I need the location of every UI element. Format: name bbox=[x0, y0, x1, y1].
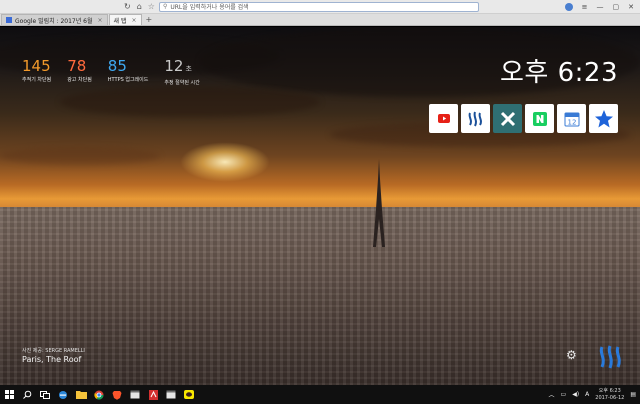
steemit-badge-icon[interactable] bbox=[596, 344, 624, 370]
tile-favorites[interactable] bbox=[589, 104, 618, 133]
address-bar[interactable]: ⚲ URL을 입력하거나 용어를 검색 bbox=[158, 1, 479, 12]
tile-naver[interactable] bbox=[525, 104, 554, 133]
photo-location: Paris, The Roof bbox=[22, 355, 82, 364]
tray-date: 2017-06-12 bbox=[595, 394, 625, 401]
pdf-icon bbox=[148, 389, 158, 400]
stat-value: 85 bbox=[107, 57, 127, 75]
stat-label: 광고 차단됨 bbox=[67, 77, 92, 83]
tab-title: Google 밀림치 : 2017년 6월 bbox=[15, 17, 93, 25]
volume-icon[interactable]: ◀) bbox=[572, 391, 579, 398]
window-app-icon bbox=[166, 390, 176, 399]
new-tab-button[interactable]: + bbox=[146, 14, 153, 25]
city-skyline bbox=[0, 207, 640, 385]
chat-icon bbox=[184, 390, 194, 399]
maximize-icon[interactable]: ▢ bbox=[613, 3, 620, 11]
youtube-icon bbox=[437, 114, 450, 123]
stats-widget: 145 추적기 차단됨 78 광고 차단됨 85 HTTPS 업그레이드 12 초… bbox=[22, 58, 200, 86]
search-icon: ⚲ bbox=[162, 3, 168, 10]
svg-text:12: 12 bbox=[567, 118, 576, 126]
eiffel-tower bbox=[373, 159, 385, 247]
taskbar-kakaotalk[interactable] bbox=[180, 385, 198, 404]
menu-icon[interactable]: ≡ bbox=[582, 3, 588, 11]
taskbar-acrobat[interactable] bbox=[144, 385, 162, 404]
brave-icon bbox=[112, 390, 122, 400]
taskbar-brave[interactable] bbox=[108, 385, 126, 404]
tile-x-app[interactable] bbox=[493, 104, 522, 133]
photo-author: 사진 제공: SERGE RAMELLI bbox=[22, 348, 85, 354]
extension-icon[interactable] bbox=[564, 2, 573, 11]
tray-chevron-icon[interactable]: ︿ bbox=[549, 390, 555, 399]
edge-icon bbox=[59, 390, 67, 399]
photo-credit: 사진 제공: SERGE RAMELLI Paris, The Roof bbox=[22, 347, 85, 364]
home-icon[interactable]: ⌂ bbox=[137, 2, 142, 11]
stat-https: 85 HTTPS 업그레이드 bbox=[108, 58, 149, 86]
toolbar-right: ≡ — ▢ ✕ bbox=[564, 2, 634, 11]
stat-value: 78 bbox=[67, 57, 87, 75]
windows-logo-icon bbox=[4, 390, 14, 399]
top-sites: 12 bbox=[429, 104, 618, 133]
task-view-icon bbox=[40, 390, 50, 399]
search-icon bbox=[22, 390, 31, 399]
stat-label: 추정 절약된 시간 bbox=[164, 80, 200, 86]
tile-calendar[interactable]: 12 bbox=[557, 104, 586, 133]
taskbar-edge[interactable] bbox=[54, 385, 72, 404]
tab-title: 새 탭 bbox=[113, 17, 127, 25]
task-view-button[interactable] bbox=[36, 385, 54, 404]
window-app-icon bbox=[130, 390, 140, 399]
browser-toolbar: ↻ ⌂ ☆ ⚲ URL을 입력하거나 용어를 검색 ≡ — ▢ ✕ bbox=[0, 0, 640, 14]
star-icon bbox=[594, 109, 613, 127]
stat-trackers: 145 추적기 차단됨 bbox=[22, 58, 51, 86]
clock: 오후 6:23 bbox=[500, 58, 618, 88]
chrome-icon bbox=[94, 390, 104, 400]
minimize-icon[interactable]: — bbox=[597, 3, 604, 11]
close-window-icon[interactable]: ✕ bbox=[628, 3, 634, 11]
sun bbox=[180, 142, 270, 182]
calendar-icon: 12 bbox=[564, 112, 579, 126]
taskbar-explorer[interactable] bbox=[72, 385, 90, 404]
network-icon[interactable]: ▭ bbox=[561, 391, 567, 398]
steemit-icon bbox=[468, 111, 482, 126]
stat-label: HTTPS 업그레이드 bbox=[107, 77, 149, 83]
x-app-icon bbox=[500, 111, 515, 126]
taskbar-search[interactable] bbox=[18, 385, 36, 404]
stat-value: 145 bbox=[22, 57, 51, 75]
stat-label: 추적기 차단됨 bbox=[22, 77, 52, 83]
taskbar-app-2[interactable] bbox=[162, 385, 180, 404]
tab-new-tab[interactable]: 새 탭 × bbox=[108, 14, 142, 25]
start-button[interactable] bbox=[0, 385, 18, 404]
stat-time-saved: 12 초 추정 절약된 시간 bbox=[164, 58, 199, 86]
address-placeholder: URL을 입력하거나 용어를 검색 bbox=[170, 4, 249, 11]
stat-value: 12 bbox=[164, 57, 184, 75]
taskbar-app-1[interactable] bbox=[126, 385, 144, 404]
tab-close-icon[interactable]: × bbox=[98, 17, 103, 24]
nav-controls: ↻ ⌂ bbox=[124, 2, 142, 11]
tab-close-icon[interactable]: × bbox=[131, 17, 136, 24]
taskbar-chrome[interactable] bbox=[90, 385, 108, 404]
settings-gear-icon[interactable]: ⚙ bbox=[566, 348, 577, 362]
stat-unit: 초 bbox=[185, 65, 192, 73]
tab-google-doodle[interactable]: Google 밀림치 : 2017년 6월 × bbox=[1, 14, 108, 25]
tray-clock[interactable]: 오후 6:23 2017-06-12 bbox=[595, 388, 624, 402]
google-favicon-icon bbox=[6, 17, 12, 23]
tile-youtube[interactable] bbox=[429, 104, 458, 133]
stat-ads: 78 광고 차단됨 bbox=[67, 58, 92, 86]
tab-bar: Google 밀림치 : 2017년 6월 × 새 탭 × + bbox=[0, 14, 640, 26]
input-language[interactable]: A bbox=[585, 391, 589, 398]
reload-icon[interactable]: ↻ bbox=[124, 2, 131, 11]
naver-icon bbox=[532, 111, 547, 126]
tray-time: 오후 6:23 bbox=[598, 387, 621, 394]
tile-steemit[interactable] bbox=[461, 104, 490, 133]
taskbar: ︿ ▭ ◀) A 오후 6:23 2017-06-12 ▤ bbox=[0, 385, 640, 404]
folder-icon bbox=[75, 391, 87, 399]
bookmark-star-icon[interactable]: ☆ bbox=[148, 2, 155, 11]
notifications-icon[interactable]: ▤ bbox=[630, 391, 636, 398]
system-tray: ︿ ▭ ◀) A 오후 6:23 2017-06-12 ▤ bbox=[549, 388, 637, 402]
